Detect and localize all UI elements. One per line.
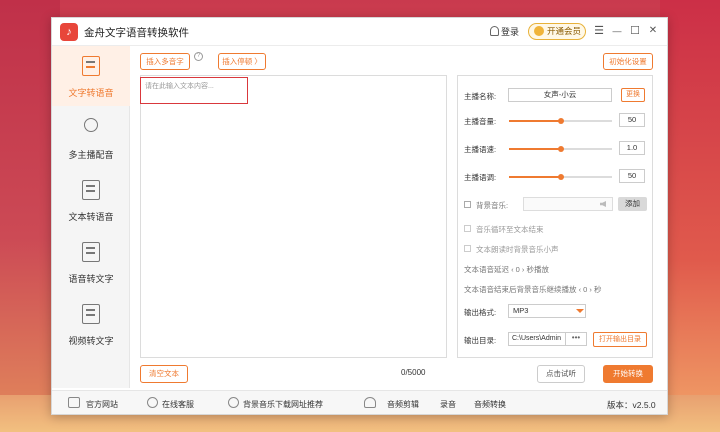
add-music-button[interactable]: 添加	[618, 197, 647, 211]
output-format-label: 输出格式:	[464, 308, 497, 317]
pitch-slider-knob[interactable]	[557, 174, 564, 180]
sidebar-item-speech-to-text[interactable]: 语音转文字	[52, 232, 130, 292]
monitor-icon	[68, 397, 80, 408]
maximize-icon[interactable]: ☐	[628, 24, 642, 38]
login-button[interactable]: 登录	[490, 25, 519, 38]
speed-label: 主播语速:	[464, 145, 497, 154]
output-format-select[interactable]: MP3	[508, 304, 586, 318]
speed-slider[interactable]	[509, 146, 612, 152]
clear-text-button[interactable]: 清空文本	[140, 365, 188, 383]
change-voice-button[interactable]: 更换	[621, 88, 645, 102]
volume-slider-knob[interactable]	[557, 118, 564, 124]
official-website-link[interactable]: 官方网站	[86, 399, 118, 410]
login-label: 登录	[501, 27, 520, 37]
minimize-icon[interactable]: —	[610, 24, 624, 38]
insert-pause-button[interactable]: 插入停顿 〉	[218, 53, 266, 70]
init-settings-button[interactable]: 初始化设置	[603, 53, 653, 70]
bg-music-checkbox[interactable]	[464, 201, 471, 208]
audio-convert-link[interactable]: 音频转换	[474, 399, 506, 410]
scissors-icon	[364, 397, 376, 408]
sidebar: 文字转语音 多主播配音 文本转语音 语音转文字 视频转文字	[52, 46, 130, 388]
menu-icon[interactable]: ☰	[592, 24, 606, 38]
sidebar-item-label: 语音转文字	[68, 274, 114, 284]
volume-slider-fill	[509, 120, 561, 122]
sidebar-item-label: 视频转文字	[68, 336, 114, 346]
chevron-down-icon[interactable]	[576, 309, 584, 313]
title-bar: ♪ 金舟文字语音转换软件 登录 开通会员 ☰ — ☐ ✕	[52, 18, 667, 46]
app-logo-icon: ♪	[60, 23, 78, 41]
music-disc-icon	[228, 397, 239, 408]
sidebar-item-label: 多主播配音	[68, 150, 114, 160]
close-icon[interactable]: ✕	[646, 24, 660, 38]
app-title: 金舟文字语音转换软件	[84, 27, 189, 39]
speech-to-text-icon	[82, 242, 100, 262]
user-icon	[490, 26, 499, 36]
desktop-wallpaper-right	[660, 0, 720, 432]
character-count: 0/5000	[401, 368, 426, 377]
speech-delay-text: 文本语音延迟 ‹ 0 › 秒播放	[464, 265, 550, 274]
text-to-speech-icon	[82, 56, 100, 76]
audio-edit-link[interactable]: 音频剪辑	[387, 399, 419, 410]
add-person-icon	[84, 118, 98, 132]
browse-dir-button[interactable]: •••	[566, 332, 587, 346]
user-service-icon	[147, 397, 158, 408]
vip-crown-icon	[534, 26, 544, 36]
insert-polyphone-button[interactable]: 插入多音字	[140, 53, 190, 70]
music-after-text: 文本语音结束后背景音乐继续播放 ‹ 0 › 秒	[464, 285, 602, 294]
highlight-annotation-box	[140, 77, 248, 104]
sidebar-item-text-to-speech[interactable]: 文字转语音	[52, 46, 130, 106]
output-dir-label: 输出目录:	[464, 336, 497, 345]
volume-label: 主播音量:	[464, 117, 497, 126]
pitch-value[interactable]: 50	[619, 169, 645, 183]
document-icon	[82, 180, 100, 200]
pitch-slider-fill	[509, 176, 561, 178]
output-dir-input[interactable]: C:\Users\Admin	[508, 332, 566, 346]
sidebar-item-label: 文本转语音	[68, 212, 114, 222]
online-service-link[interactable]: 在线客服	[162, 399, 194, 410]
footer-bar: 官方网站 在线客服 背景音乐下载网址推荐 音频剪辑 录音 音频转换 版本：v2.…	[52, 390, 667, 414]
start-convert-button[interactable]: 开始转换	[603, 365, 653, 383]
loop-music-checkbox[interactable]	[464, 225, 471, 232]
speed-value[interactable]: 1.0	[619, 141, 645, 155]
voice-name-field: 女声-小云	[508, 88, 612, 102]
speed-slider-fill	[509, 148, 561, 150]
bg-music-label: 背景音乐:	[476, 201, 509, 210]
version-label: 版本：v2.5.0	[607, 400, 656, 410]
help-icon[interactable]: ?	[194, 52, 203, 61]
vip-label: 开通会员	[547, 26, 582, 36]
loop-music-label: 音乐循环至文本结束	[476, 225, 544, 234]
lower-music-label: 文本朗读时背景音乐小声	[476, 245, 559, 254]
voice-name-label: 主播名称:	[464, 92, 497, 101]
pitch-label: 主播语调:	[464, 173, 497, 182]
volume-slider[interactable]	[509, 118, 612, 124]
bg-music-input[interactable]	[523, 197, 613, 211]
record-link[interactable]: 录音	[440, 399, 456, 410]
vip-button[interactable]: 开通会员	[528, 23, 586, 40]
text-input-area[interactable]: 请在此输入文本内容...	[140, 75, 447, 358]
sidebar-item-document-to-speech[interactable]: 文本转语音	[52, 170, 130, 230]
sidebar-item-label: 文字转语音	[68, 88, 114, 98]
bg-music-download-link[interactable]: 背景音乐下载网址推荐	[243, 399, 323, 410]
lower-music-checkbox[interactable]	[464, 245, 471, 252]
app-window: ♪ 金舟文字语音转换软件 登录 开通会员 ☰ — ☐ ✕ 文字转语音 多主播配音…	[51, 17, 668, 415]
open-output-dir-button[interactable]: 打开输出目录	[593, 332, 647, 347]
sidebar-item-multi-voice[interactable]: 多主播配音	[52, 108, 130, 168]
pitch-slider[interactable]	[509, 174, 612, 180]
video-to-text-icon	[82, 304, 100, 324]
audition-button[interactable]: 点击试听	[537, 365, 585, 383]
sidebar-item-video-to-text[interactable]: 视频转文字	[52, 294, 130, 354]
volume-value[interactable]: 50	[619, 113, 645, 127]
speed-slider-knob[interactable]	[557, 146, 564, 152]
